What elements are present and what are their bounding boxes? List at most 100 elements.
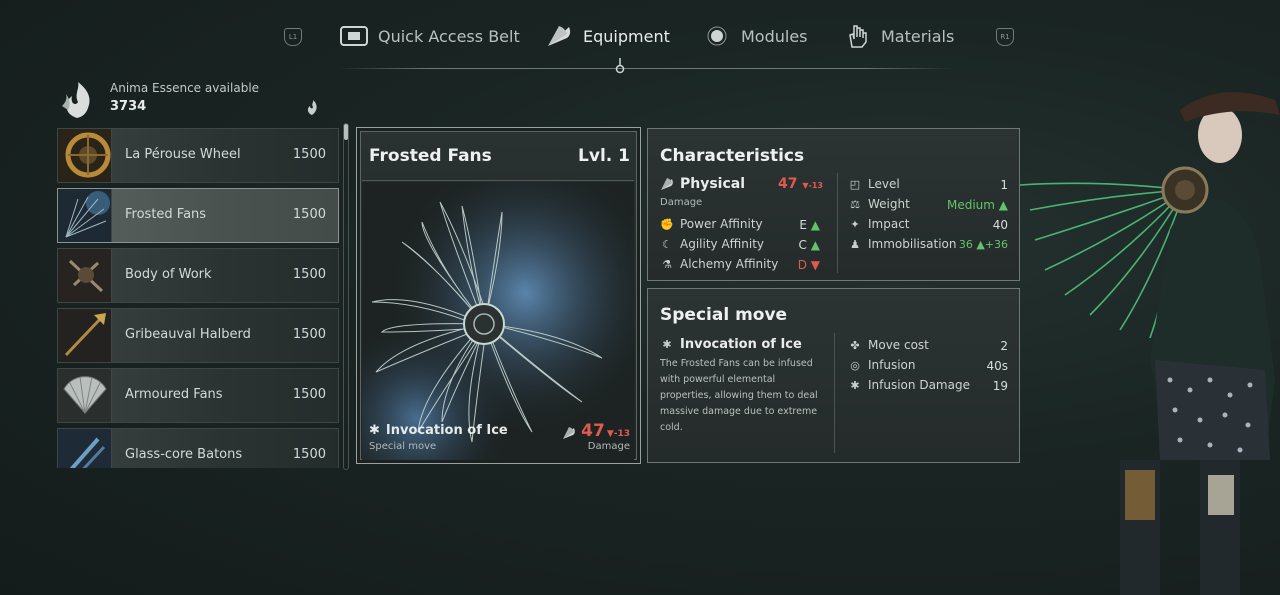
weapon-item-glass-core-batons[interactable]: Glass-core Batons 1500 (57, 428, 339, 468)
alchemy-affinity-icon: ⚗ (662, 257, 672, 271)
affinity-label: Alchemy Affinity (680, 257, 779, 271)
alchemy-affinity-value: D ▼ (788, 258, 820, 272)
characteristics-title: Characteristics (660, 146, 805, 166)
top-navigation: L1 Quick Access Belt Equipment Modules M… (0, 0, 1280, 80)
immobilisation-icon: ♟ (850, 237, 860, 251)
snowflake-icon: ✱ (369, 423, 380, 438)
anima-label: Anima Essence available (110, 81, 260, 95)
weapon-cost: 1500 (292, 207, 326, 222)
infusion-row: ◎ Infusion (848, 358, 916, 372)
armoured-fans-weapon-icon (58, 369, 112, 422)
special-move-divider (834, 333, 835, 453)
weight-icon: ⚖ (850, 197, 860, 211)
weapon-name: Body of Work (125, 267, 212, 282)
characteristics-panel: Characteristics Physical 47 ▼-13 Damage … (647, 128, 1020, 281)
active-tab-marker-icon (615, 58, 625, 74)
weapon-name: Frosted Fans (125, 207, 207, 222)
card-damage: 47 ▼-13 (570, 421, 630, 441)
tab-modules[interactable]: Modules (703, 24, 808, 48)
stat-label: Level (868, 177, 900, 191)
weapon-name: Gribeauval Halberd (125, 327, 251, 342)
right-bumper-icon[interactable]: R1 (996, 28, 1014, 46)
weapon-cost: 1500 (292, 267, 326, 282)
frosted-fans-weapon-icon (58, 189, 112, 242)
affinity-label: Power Affinity (680, 217, 763, 231)
materials-hand-icon (843, 24, 871, 48)
player-character-preview (1019, 80, 1280, 595)
fan-icon (545, 24, 573, 48)
characteristics-divider (837, 173, 838, 273)
module-icon (703, 24, 731, 48)
special-move-description: The Frosted Fans can be infused with pow… (660, 358, 818, 433)
card-special-move-name: Invocation of Ice (385, 423, 508, 438)
left-bumper-label: L1 (288, 33, 298, 41)
level-value: 1 (1000, 178, 1008, 192)
affinity-label: Agility Affinity (680, 237, 765, 251)
weapon-name: La Pérouse Wheel (125, 147, 241, 162)
card-special-move: ✱ Invocation of Ice (369, 423, 508, 438)
snowflake-icon: ✱ (850, 378, 860, 392)
weapon-title: Frosted Fans (369, 146, 492, 166)
stat-label: Weight (868, 197, 910, 211)
card-damage-value: 47 (581, 421, 605, 441)
move-cost-icon: ✤ (850, 338, 860, 352)
weapon-item-body-of-work[interactable]: Body of Work 1500 (57, 248, 339, 303)
anima-flame-icon (58, 80, 96, 120)
weight-value: Medium ▲ (946, 198, 1008, 212)
weapon-cost: 1500 (292, 327, 326, 342)
tab-label: Modules (741, 26, 808, 46)
tab-label: Equipment (583, 26, 670, 46)
tab-label: Materials (881, 26, 955, 46)
damage-type-delta: ▼-13 (802, 181, 823, 190)
damage-sub-label: Damage (660, 197, 703, 208)
weapon-item-gribeauval-halberd[interactable]: Gribeauval Halberd 1500 (57, 308, 339, 363)
power-affinity-row: ✊ Power Affinity (660, 217, 763, 231)
weapon-level: Lvl. 1 (578, 146, 630, 166)
stat-label: Infusion (868, 358, 916, 372)
level-row: ◰ Level (848, 177, 900, 191)
right-bumper-label: R1 (1000, 33, 1010, 41)
immobilisation-value: 36 ▲+36 (958, 238, 1008, 251)
weapon-name: Glass-core Batons (125, 447, 243, 462)
alchemy-affinity-row: ⚗ Alchemy Affinity (660, 257, 778, 271)
impact-value: 40 (992, 218, 1008, 232)
special-move-title: Special move (660, 305, 788, 325)
halberd-weapon-icon (58, 309, 112, 362)
left-bumper-icon[interactable]: L1 (284, 28, 302, 46)
weapon-item-la-perouse-wheel[interactable]: La Pérouse Wheel 1500 (57, 128, 339, 183)
affinity-trend: ▲ (810, 238, 820, 252)
tab-quick-access-belt[interactable]: Quick Access Belt (340, 24, 520, 48)
card-special-move-label: Special move (369, 441, 437, 452)
power-affinity-value: E ▲ (788, 218, 820, 232)
tab-label: Quick Access Belt (378, 26, 520, 46)
damage-type-value: 47 (778, 176, 798, 192)
weapon-cost: 1500 (292, 147, 326, 162)
weapon-list-scrollbar[interactable] (343, 123, 349, 470)
card-damage-delta: ▼-13 (606, 429, 630, 439)
special-move-name: Invocation of Ice (680, 337, 802, 352)
belt-icon (340, 24, 368, 48)
weapon-item-frosted-fans[interactable]: Frosted Fans 1500 (57, 188, 339, 243)
body-of-work-weapon-icon (58, 249, 112, 302)
special-move-name-row: ✱ Invocation of Ice (660, 337, 802, 352)
stat-label: Impact (868, 217, 910, 231)
tab-materials[interactable]: Materials (843, 24, 954, 48)
affinity-grade: E (799, 218, 807, 232)
impact-icon: ✦ (850, 217, 860, 231)
damage-type-row: Physical (660, 176, 745, 192)
weight-row: ⚖ Weight (848, 197, 910, 211)
power-affinity-icon: ✊ (660, 217, 674, 231)
card-damage-label: Damage (587, 441, 630, 452)
affinity-grade: C (798, 238, 807, 252)
affinity-grade: D (797, 258, 807, 272)
affinity-trend: ▼ (810, 258, 820, 272)
weapon-item-armoured-fans[interactable]: Armoured Fans 1500 (57, 368, 339, 423)
weapon-list-scroll-thumb[interactable] (344, 124, 348, 140)
infusion-value: 40s (986, 359, 1008, 373)
affinity-trend: ▲ (810, 218, 820, 232)
weapon-cost: 1500 (292, 447, 326, 462)
infusion-icon: ◎ (850, 358, 860, 372)
wheel-weapon-icon (58, 129, 112, 182)
move-cost-value: 2 (1000, 339, 1008, 353)
tab-equipment[interactable]: Equipment (545, 24, 670, 48)
